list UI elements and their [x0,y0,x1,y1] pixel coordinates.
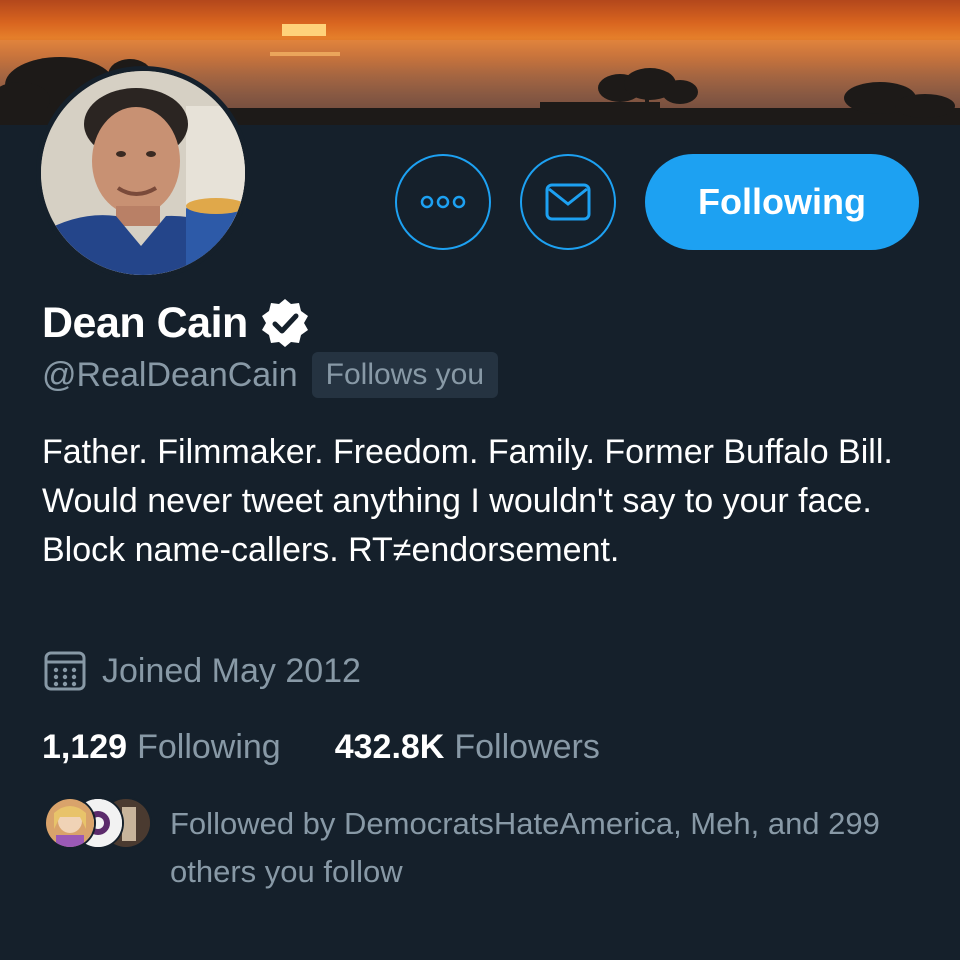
stats-row: 1,129 Following 432.8K Followers [42,728,600,767]
handle-row: @RealDeanCain Follows you [42,352,499,398]
followers-label: Followers [454,728,600,766]
message-button[interactable] [520,154,616,250]
verified-badge-icon [261,299,308,347]
avatar-photo [41,71,245,275]
followers-count: 432.8K [334,728,445,766]
user-handle: @RealDeanCain [42,355,298,394]
following-button[interactable]: Following [645,154,919,250]
profile-avatar[interactable] [36,66,250,280]
envelope-icon [545,183,591,221]
more-options-button[interactable] [395,154,491,250]
more-dots-icon [420,195,466,209]
joined-row: Joined May 2012 [44,650,361,692]
profile-bio: Father. Filmmaker. Freedom. Family. Form… [42,433,893,569]
joined-date: Joined May 2012 [102,651,361,690]
calendar-icon [44,651,86,691]
followed-by-avatars[interactable] [44,797,154,849]
followers-stat[interactable]: 432.8K Followers [335,728,600,767]
follower-avatar [44,797,96,849]
following-count: 1,129 [42,728,128,766]
following-stat[interactable]: 1,129 Following [42,728,281,767]
follows-you-badge: Follows you [311,352,499,398]
display-name: Dean Cain [42,298,248,347]
followed-by-text[interactable]: Followed by DemocratsHateAmerica, Meh, a… [170,800,910,896]
name-row: Dean Cain [42,296,312,350]
following-label: Following [137,728,281,766]
